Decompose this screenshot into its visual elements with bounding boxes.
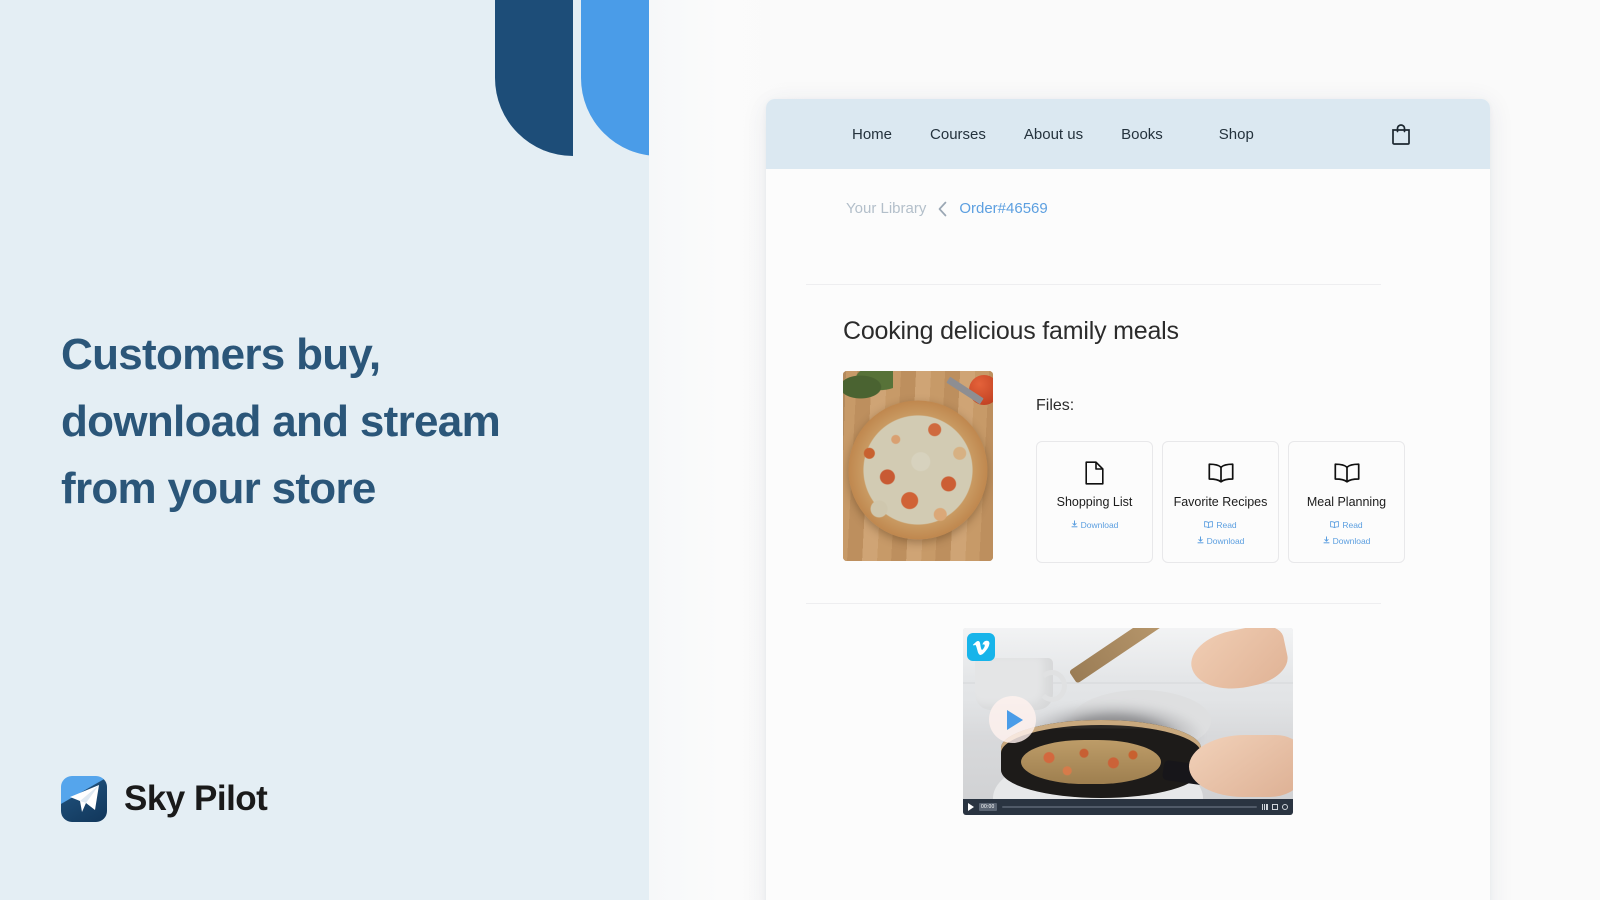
play-icon[interactable]: [989, 696, 1036, 743]
download-label: Download: [1080, 520, 1119, 530]
nav-item-courses[interactable]: Courses: [930, 126, 986, 143]
file-card-shopping-list[interactable]: Shopping List Download: [1036, 441, 1153, 563]
nav-item-about-us[interactable]: About us: [1024, 126, 1083, 143]
video-progress-bar[interactable]: [1001, 806, 1257, 808]
file-card-meal-planning[interactable]: Meal Planning Read Download: [1288, 441, 1405, 563]
download-action[interactable]: Download: [1197, 536, 1245, 546]
file-card-list: Shopping List Download Favorite Recipes …: [1036, 441, 1405, 563]
vimeo-logo-icon[interactable]: [967, 633, 995, 661]
download-icon: [1323, 536, 1330, 546]
download-icon: [1071, 520, 1078, 530]
product-thumbnail: [843, 371, 993, 561]
page-root: Customers buy, download and stream from …: [0, 0, 1600, 900]
food-graphic: [1021, 740, 1161, 784]
store-preview-window: Home Courses About us Books Shop Your Li…: [766, 99, 1490, 900]
read-label: Read: [1342, 520, 1363, 530]
store-navbar: Home Courses About us Books Shop: [766, 99, 1490, 169]
file-actions: Read Download: [1323, 520, 1371, 546]
product-content-row: Files: Shopping List Download Favorite R…: [766, 346, 1490, 563]
pizza-graphic: [848, 400, 988, 540]
fullscreen-icon[interactable]: [1282, 804, 1288, 810]
sky-pilot-icon: [61, 776, 107, 822]
files-label: Files:: [1036, 397, 1075, 414]
video-section: 00:00: [766, 604, 1490, 815]
video-timecode: 00:00: [979, 803, 997, 811]
store-page-body: Your Library Order#46569 Cooking delicio…: [766, 169, 1490, 900]
book-icon: [1204, 520, 1214, 530]
nav-item-shop[interactable]: Shop: [1219, 126, 1254, 143]
breadcrumb: Your Library Order#46569: [766, 169, 1490, 217]
hero-panel: Customers buy, download and stream from …: [0, 0, 649, 900]
download-icon: [1197, 536, 1204, 546]
open-book-icon: [1207, 459, 1234, 487]
nav-item-home[interactable]: Home: [852, 126, 892, 143]
brand-name: Sky Pilot: [124, 779, 268, 818]
decorative-semicircle-blue: [581, 0, 649, 156]
read-label: Read: [1216, 520, 1237, 530]
play-triangle: [1007, 709, 1023, 730]
decorative-semicircle-dark: [495, 0, 573, 156]
chevron-left-icon: [937, 201, 948, 217]
read-action[interactable]: Read: [1330, 520, 1363, 530]
breadcrumb-parent[interactable]: Your Library: [846, 200, 926, 217]
settings-icon[interactable]: [1262, 804, 1268, 810]
file-actions: Download: [1071, 520, 1119, 530]
file-name: Meal Planning: [1306, 495, 1387, 509]
book-icon: [1330, 520, 1340, 530]
open-book-icon: [1333, 459, 1360, 487]
read-action[interactable]: Read: [1204, 520, 1237, 530]
files-section: Files: Shopping List Download Favorite R…: [1036, 371, 1405, 563]
breadcrumb-current[interactable]: Order#46569: [959, 200, 1047, 217]
file-name: Favorite Recipes: [1173, 495, 1268, 509]
shopping-bag-icon[interactable]: [1388, 121, 1414, 147]
file-name: Shopping List: [1056, 495, 1133, 509]
herb-graphic: [843, 371, 893, 399]
download-action[interactable]: Download: [1071, 520, 1119, 530]
download-action[interactable]: Download: [1323, 536, 1371, 546]
play-icon-small[interactable]: [968, 803, 974, 811]
product-title: Cooking delicious family meals: [843, 317, 1179, 345]
document-icon: [1085, 459, 1104, 487]
video-controls-bar[interactable]: 00:00: [963, 799, 1293, 815]
nav-item-books[interactable]: Books: [1121, 126, 1163, 143]
pip-icon[interactable]: [1272, 804, 1278, 810]
hand-lower-graphic: [1189, 735, 1293, 797]
video-control-icons: [1262, 804, 1288, 810]
download-label: Download: [1206, 536, 1245, 546]
file-actions: Read Download: [1197, 520, 1245, 546]
file-card-favorite-recipes[interactable]: Favorite Recipes Read Download: [1162, 441, 1279, 563]
brand-logo: Sky Pilot: [61, 776, 268, 822]
page-title: Customers buy, download and stream from …: [61, 330, 501, 513]
video-player[interactable]: 00:00: [963, 628, 1293, 815]
download-label: Download: [1332, 536, 1371, 546]
